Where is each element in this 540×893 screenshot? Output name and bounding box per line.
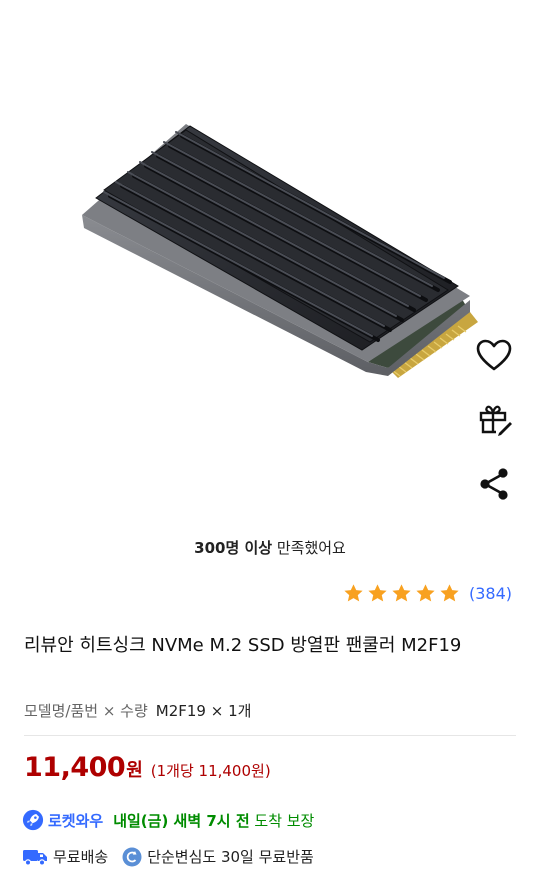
delivery-eta-time: 내일(금) 새벽 7시 전 (113, 811, 250, 830)
delivery-eta-text: 도착 보장 (249, 811, 315, 830)
truck-icon (23, 849, 47, 866)
satisfaction-text: 만족했어요 (272, 539, 346, 557)
satisfaction-summary: 300명 이상 만족했어요 (0, 537, 540, 558)
product-title: 리뷰안 히트싱크 NVMe M.2 SSD 방열판 팬쿨러 M2F19 (24, 635, 462, 656)
star-icon (368, 584, 387, 602)
price-row: 11,400 원 (1개당 11,400원) (24, 752, 271, 783)
share-icon (480, 468, 508, 500)
heart-icon (476, 339, 512, 371)
star-icon (440, 584, 459, 602)
rocket-wow-label: 로켓와우 (48, 811, 104, 830)
gift-icon (479, 405, 512, 436)
free-return-label: 단순변심도 30일 무료반품 (147, 848, 314, 866)
benefits-row: 무료배송 단순변심도 30일 무료반품 (22, 846, 314, 867)
star-icon (392, 584, 411, 602)
satisfaction-count: 300명 이상 (194, 539, 273, 557)
rating-summary[interactable]: (384) (343, 583, 512, 604)
star-icon (416, 584, 435, 602)
gift-button[interactable] (474, 400, 514, 440)
divider (24, 735, 516, 736)
review-count-link[interactable]: (384) (469, 584, 512, 603)
unit-price: (1개당 11,400원) (150, 762, 271, 780)
product-image[interactable] (0, 0, 540, 520)
price-currency: 원 (126, 760, 143, 781)
rocket-icon (22, 809, 44, 831)
option-value: M2F19 × 1개 (155, 702, 252, 720)
option-label: 모델명/품번 × 수량 (24, 702, 148, 720)
product-action-rail (474, 336, 514, 528)
free-shipping-label: 무료배송 (53, 848, 109, 866)
price-value: 11,400 (24, 752, 126, 783)
heatsink-product-photo (82, 124, 478, 378)
star-icon (344, 584, 363, 602)
delivery-eta: 내일(금) 새벽 7시 전 도착 보장 (113, 810, 314, 831)
share-button[interactable] (474, 464, 514, 504)
delivery-info: 로켓와우 내일(금) 새벽 7시 전 도착 보장 (22, 809, 314, 831)
return-icon (122, 847, 142, 866)
selected-option[interactable]: 모델명/품번 × 수량 M2F19 × 1개 (24, 700, 251, 721)
wishlist-button[interactable] (474, 336, 514, 376)
